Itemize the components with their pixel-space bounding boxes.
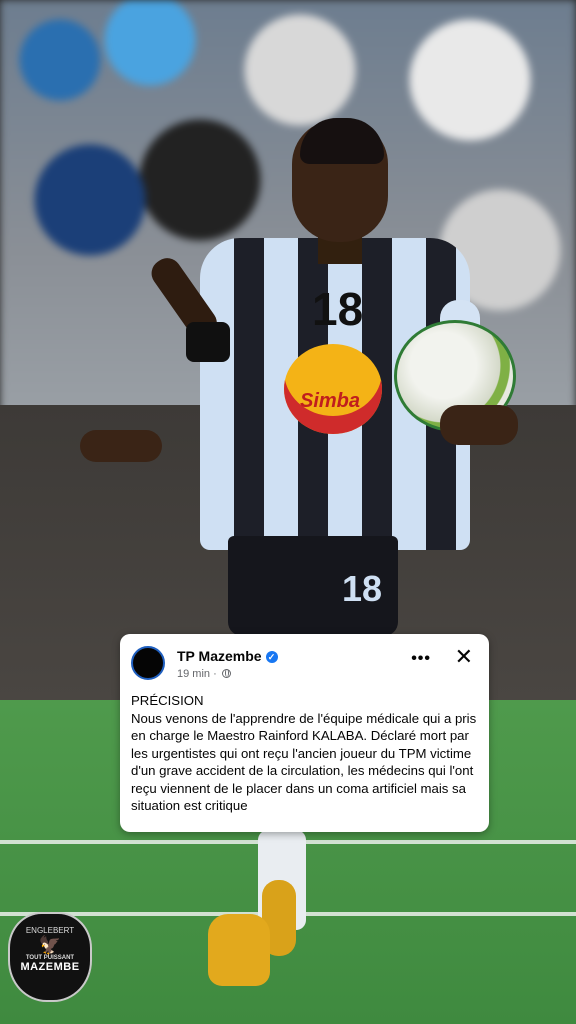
more-options-button[interactable]: ••• <box>411 650 431 668</box>
post-time[interactable]: 19 min <box>177 668 210 680</box>
verified-badge-icon: ✓ <box>265 651 278 663</box>
post-header: TP Mazembe ✓ 19 min · ••• ✕ <box>131 644 477 692</box>
player-left-hand <box>80 430 162 462</box>
page-name[interactable]: TP Mazembe <box>177 648 262 664</box>
globe-icon <box>221 669 231 678</box>
captain-armband <box>186 322 230 362</box>
player-figure: 18 Simba 18 <box>0 0 576 1024</box>
sponsor-text: Simba <box>300 390 361 412</box>
player-hair <box>300 118 384 164</box>
background-photo: 18 Simba 18 ENGLEBERT 🦅 TOUT PUISSANT MA… <box>0 0 576 1024</box>
player-right-hand <box>440 405 518 445</box>
crest-top-text: ENGLEBERT <box>25 926 75 935</box>
post-text: PRÉCISION Nous venons de l'apprendre de … <box>131 693 477 813</box>
close-button[interactable]: ✕ <box>455 646 473 668</box>
crest-eagle-icon: 🦅 <box>38 935 62 955</box>
facebook-post-card: TP Mazembe ✓ 19 min · ••• ✕ PRÉCISION Nou… <box>120 634 489 832</box>
shorts-number: 18 <box>342 568 383 609</box>
sponsor-logo <box>284 344 382 434</box>
meta-separator: · <box>213 668 217 680</box>
crest-name: MAZEMBE <box>20 961 80 973</box>
post-meta: 19 min · <box>177 668 231 680</box>
page-avatar[interactable] <box>131 646 165 680</box>
page-name-link[interactable]: TP Mazembe ✓ <box>177 648 278 664</box>
player-boot <box>208 914 270 986</box>
club-crest-logo: ENGLEBERT 🦅 TOUT PUISSANT MAZEMBE <box>8 912 92 1002</box>
shirt-number: 18 <box>312 283 364 335</box>
